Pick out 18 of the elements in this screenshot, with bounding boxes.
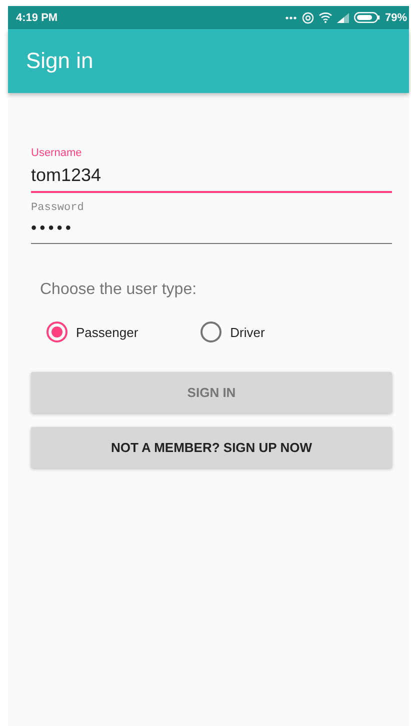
battery-icon bbox=[354, 12, 380, 23]
battery-percent: 79% bbox=[384, 12, 407, 24]
password-field[interactable]: Password ••••• bbox=[31, 202, 392, 244]
field-label: Username bbox=[31, 147, 83, 159]
user-type-prompt: Choose the user type: bbox=[40, 281, 198, 299]
status-time: 4:19 PM bbox=[16, 12, 58, 24]
sign-up-button[interactable]: NOT A MEMBER? SIGN UP NOW bbox=[31, 427, 392, 468]
screen-title: Sign in bbox=[26, 48, 94, 74]
signal-icon bbox=[336, 12, 349, 22]
field-value: ••••• bbox=[31, 220, 76, 238]
field-value: tom1234 bbox=[31, 165, 102, 186]
field-label: Password bbox=[31, 202, 85, 214]
more-icon bbox=[284, 16, 297, 20]
radio-option[interactable]: Driver bbox=[200, 321, 265, 343]
hotspot-icon bbox=[302, 12, 314, 24]
username-field[interactable]: Username tom1234 bbox=[31, 147, 392, 193]
wifi-icon bbox=[318, 12, 332, 23]
radio-option[interactable]: Passenger bbox=[46, 321, 138, 343]
